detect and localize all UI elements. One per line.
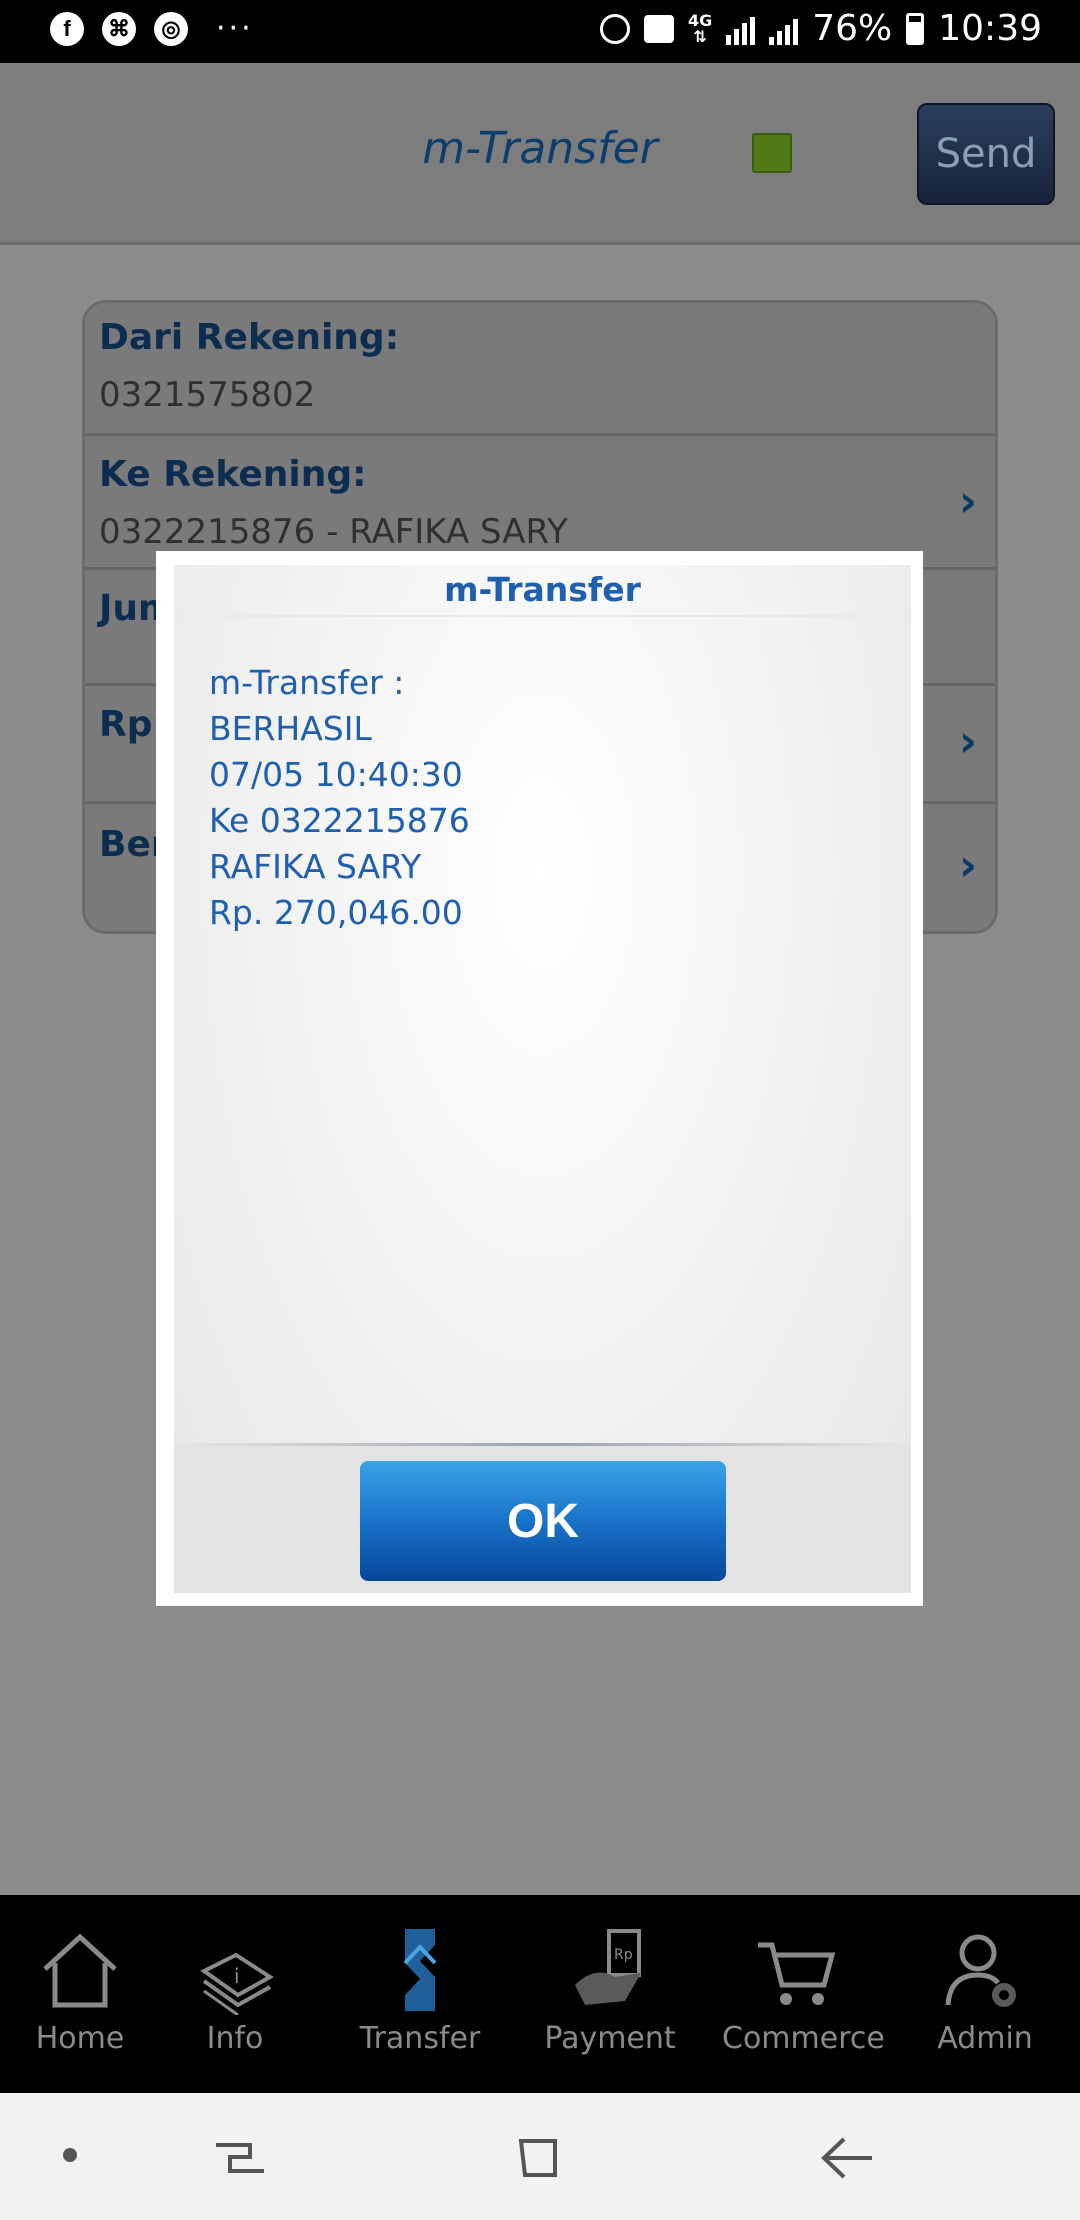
info-icon: i — [200, 1952, 274, 2015]
chrome-icon: ◎ — [154, 12, 188, 46]
home-button-icon[interactable] — [515, 2131, 565, 2181]
signal-2-icon — [769, 13, 799, 45]
battery-percent: 76% — [812, 8, 893, 49]
nav-item-payment[interactable]: Rp Payment — [535, 1925, 685, 2056]
network-type: 4G ⇅ — [687, 10, 713, 46]
home-icon — [43, 1933, 117, 2008]
to-account-value: 0322215876 - RAFIKA SARY — [99, 512, 568, 552]
bottom-navigation: Home i Info Transfer Rp Payment Commerce… — [0, 1895, 1080, 2093]
app-header: m-Transfer Send — [0, 63, 1080, 245]
nav-item-info[interactable]: i Info — [160, 1925, 310, 2056]
message-line: Rp. 270,046.00 — [209, 893, 463, 932]
svg-text:i: i — [234, 1964, 240, 1988]
nav-label: Home — [35, 2021, 125, 2056]
battery-icon — [906, 12, 925, 45]
signal-icon — [726, 13, 756, 45]
from-account-label: Dari Rekening: — [99, 317, 400, 358]
facebook-icon: f — [50, 12, 84, 46]
svg-text:Rp: Rp — [614, 1947, 633, 1963]
from-account-value: 0321575802 — [99, 375, 316, 415]
currency-label: Rp — [99, 704, 153, 745]
to-account-row[interactable]: Ke Rekening: 0322215876 - RAFIKA SARY › — [85, 436, 995, 570]
to-account-label: Ke Rekening: — [99, 454, 367, 495]
dialog-title: m-Transfer — [174, 565, 911, 617]
admin-icon — [945, 1934, 1016, 2007]
message-line: m-Transfer : — [209, 663, 405, 702]
status-bar: f ⌘ ◎ ··· 4G ⇅ 76% 10:39 — [0, 0, 1080, 63]
uc-browser-icon: ⌘ — [102, 12, 136, 46]
result-dialog: m-Transfer m-Transfer : BERHASIL 07/05 1… — [156, 551, 923, 1606]
chevron-right-icon: › — [958, 476, 977, 527]
from-account-row[interactable]: Dari Rekening: 0321575802 — [85, 303, 995, 436]
nav-label: Commerce — [722, 2021, 885, 2056]
dot-icon[interactable] — [60, 2145, 80, 2165]
message-line: RAFIKA SARY — [209, 847, 422, 886]
ok-button[interactable]: OK — [360, 1461, 726, 1581]
nav-item-transfer[interactable]: Transfer — [345, 1925, 495, 2056]
nav-label: Admin — [937, 2021, 1033, 2056]
back-icon[interactable] — [818, 2133, 878, 2183]
recent-apps-icon[interactable] — [210, 2133, 270, 2183]
nav-label: Transfer — [359, 2021, 481, 2056]
more-notifications-icon: ··· — [216, 11, 254, 46]
clock: 10:39 — [938, 8, 1042, 49]
send-button[interactable]: Send — [917, 103, 1055, 205]
chevron-right-icon: › — [958, 716, 977, 767]
nav-label: Payment — [544, 2021, 676, 2056]
system-navigation-bar — [0, 2093, 1080, 2220]
cart-icon — [758, 1942, 836, 2005]
alarm-icon — [599, 13, 630, 44]
dialog-footer: OK — [174, 1446, 911, 1593]
dialog-panel: m-Transfer m-Transfer : BERHASIL 07/05 1… — [174, 565, 911, 1593]
nav-item-home[interactable]: Home — [5, 1925, 155, 2056]
heart-icon — [643, 14, 674, 43]
connection-status-indicator — [752, 133, 792, 173]
dialog-message: m-Transfer : BERHASIL 07/05 10:40:30 Ke … — [209, 660, 470, 936]
nav-label: Info — [206, 2021, 264, 2056]
nav-item-commerce[interactable]: Commerce — [722, 1925, 885, 2056]
nav-item-admin[interactable]: Admin — [910, 1925, 1060, 2056]
message-line: Ke 0322215876 — [209, 801, 470, 840]
transfer-icon — [403, 1929, 437, 2011]
chevron-right-icon: › — [958, 840, 977, 891]
payment-icon: Rp — [575, 1929, 641, 2005]
message-line: BERHASIL — [209, 709, 372, 748]
message-line: 07/05 10:40:30 — [209, 755, 463, 794]
